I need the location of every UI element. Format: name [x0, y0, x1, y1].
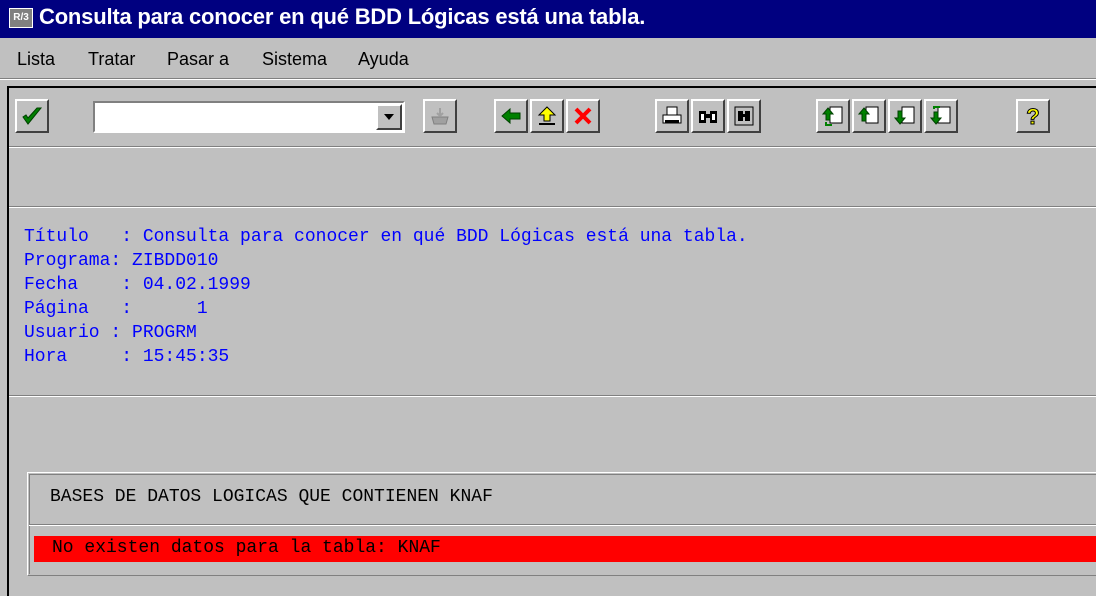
find-icon	[699, 111, 717, 123]
title-bar: R/3 Consulta para conocer en qué BDD Lóg…	[0, 0, 1096, 38]
header-title-line: Título : Consulta para conocer en qué BD…	[24, 227, 748, 247]
help-icon: ?	[1026, 104, 1040, 128]
menu-bar: Lista Tratar Pasar a Sistema Ayuda	[0, 38, 1096, 78]
menu-sistema[interactable]: Sistema	[262, 49, 327, 70]
find-button[interactable]	[691, 99, 725, 133]
header-separator	[9, 395, 1096, 397]
print-icon	[662, 106, 682, 124]
exit-up-arrow-icon	[537, 106, 557, 125]
menu-pasar-a[interactable]: Pasar a	[167, 49, 229, 70]
error-message-row[interactable]: No existen datos para la tabla: KNAF	[34, 536, 1096, 562]
header-program-line: Programa: ZIBDD010	[24, 251, 219, 271]
list-heading-separator	[29, 524, 1096, 526]
back-arrow-icon	[501, 107, 521, 125]
error-message-text: No existen datos para la tabla: KNAF	[52, 538, 441, 558]
window-title: Consulta para conocer en qué BDD Lógicas…	[39, 4, 646, 29]
print-button[interactable]	[655, 99, 689, 133]
last-page-button[interactable]	[924, 99, 958, 133]
dropdown-arrow-icon	[384, 114, 394, 120]
cancel-button[interactable]	[566, 99, 600, 133]
first-page-button[interactable]	[816, 99, 850, 133]
back-button[interactable]	[494, 99, 528, 133]
command-field[interactable]	[93, 101, 405, 133]
standard-toolbar: ?	[9, 88, 1096, 146]
menu-separator	[0, 78, 1096, 80]
application-toolbar-separator	[9, 206, 1096, 208]
previous-page-button[interactable]	[852, 99, 886, 133]
header-user-line: Usuario : PROGRM	[24, 323, 197, 343]
next-page-icon	[894, 106, 915, 125]
menu-tratar[interactable]: Tratar	[88, 49, 135, 70]
sap-app-icon[interactable]: R/3	[9, 8, 33, 28]
enter-button[interactable]	[15, 99, 49, 133]
find-next-button[interactable]	[727, 99, 761, 133]
previous-page-icon	[858, 106, 879, 124]
svg-text:?: ?	[1026, 104, 1039, 128]
last-page-icon	[930, 106, 951, 125]
save-icon	[431, 108, 449, 125]
header-date-line: Fecha : 04.02.1999	[24, 275, 251, 295]
first-page-icon	[822, 106, 843, 126]
application-toolbar	[9, 148, 1096, 206]
header-page-line: Página : 1	[24, 299, 208, 319]
list-heading: BASES DE DATOS LOGICAS QUE CONTIENEN KNA…	[50, 487, 493, 507]
cancel-x-icon	[574, 107, 592, 125]
header-time-line: Hora : 15:45:35	[24, 347, 230, 367]
save-button[interactable]	[423, 99, 457, 133]
next-page-button[interactable]	[888, 99, 922, 133]
check-icon	[22, 107, 43, 125]
exit-button[interactable]	[530, 99, 564, 133]
find-next-icon	[734, 106, 754, 126]
menu-ayuda[interactable]: Ayuda	[358, 49, 409, 70]
command-dropdown-button[interactable]	[376, 104, 402, 130]
command-input[interactable]	[97, 105, 375, 129]
menu-lista[interactable]: Lista	[17, 49, 55, 70]
help-button[interactable]: ?	[1016, 99, 1050, 133]
